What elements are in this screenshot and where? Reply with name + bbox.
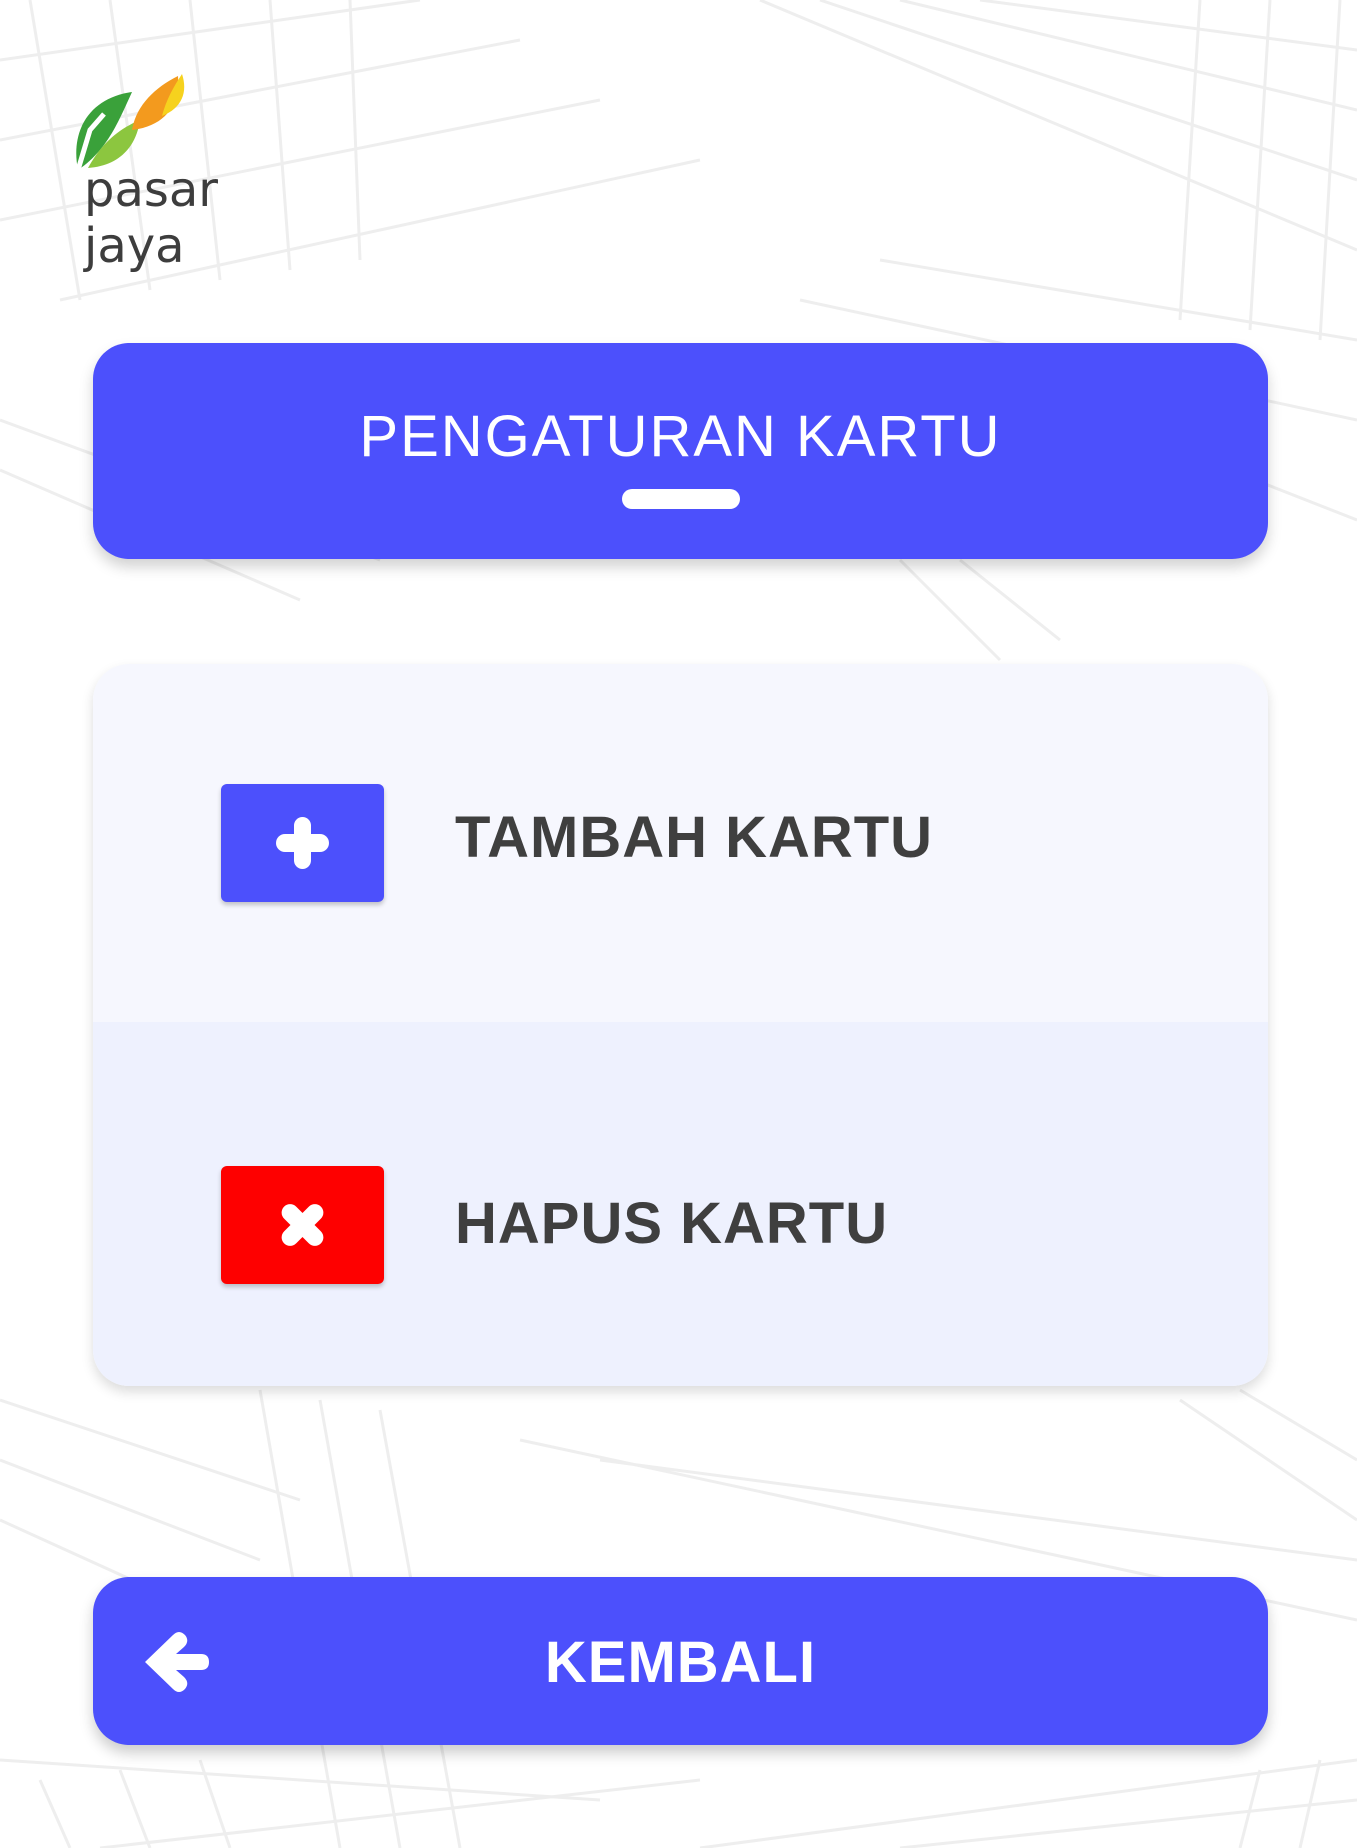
remove-card-button[interactable]: HAPUS KARTU [93, 1022, 1268, 1386]
back-button[interactable]: KEMBALI [93, 1577, 1268, 1745]
plus-icon [276, 817, 329, 869]
add-card-button[interactable]: TAMBAH KARTU [93, 664, 1268, 1022]
back-label: KEMBALI [544, 1630, 817, 1695]
remove-card-label: HAPUS KARTU [455, 1191, 889, 1256]
add-card-label: TAMBAH KARTU [455, 805, 934, 870]
page-header: PENGATURAN KARTU [93, 343, 1268, 559]
card-menu: TAMBAH KARTU HAPUS KARTU [93, 664, 1268, 1386]
close-icon [281, 1204, 324, 1246]
logo-wordmark: pasar jaya [84, 162, 219, 274]
pasar-jaya-logo: pasar jaya [70, 70, 310, 274]
remove-icon-box [221, 1166, 384, 1284]
page-title: PENGATURAN KARTU [359, 404, 1002, 469]
add-icon-box [221, 784, 384, 902]
title-underline [622, 489, 740, 509]
